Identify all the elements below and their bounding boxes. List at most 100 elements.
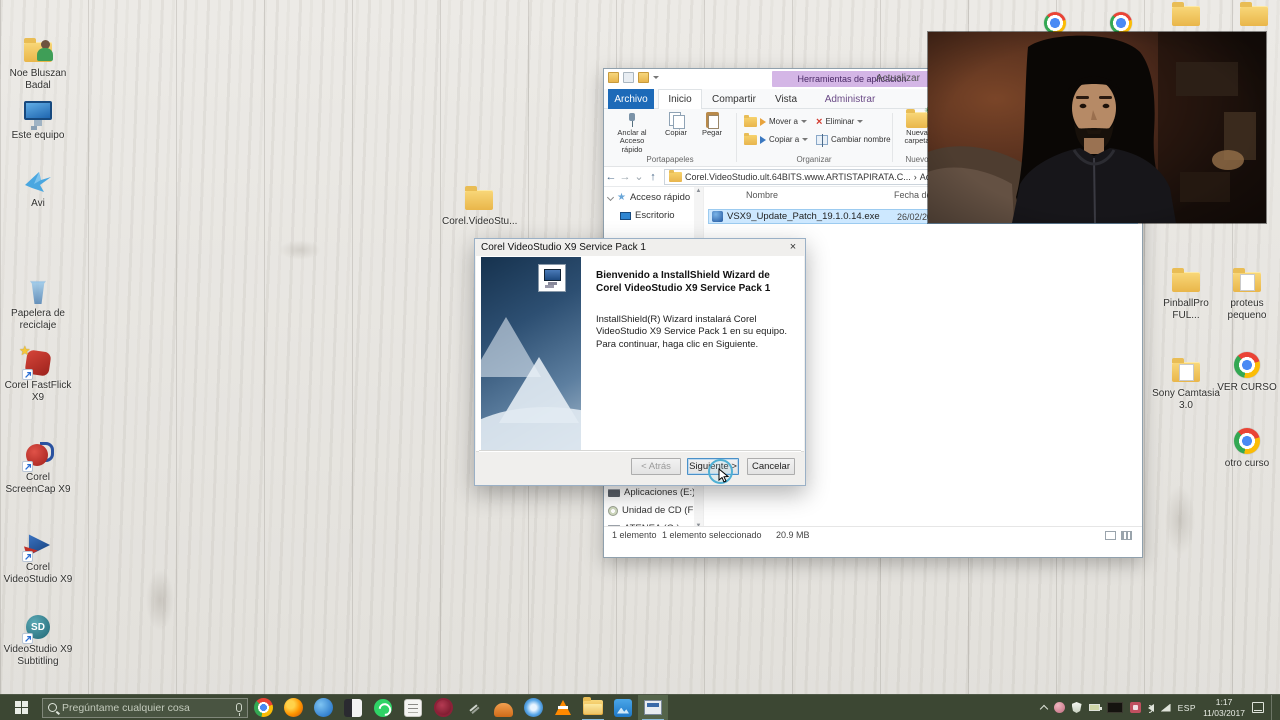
defender-shield-icon[interactable] <box>1072 702 1082 713</box>
desktop-icon-proteus[interactable]: proteus pequeno <box>1214 266 1280 321</box>
taskbar-installer[interactable] <box>638 695 668 720</box>
folder-icon <box>608 72 619 83</box>
folder-icon[interactable] <box>1172 6 1200 26</box>
nav-drive-f[interactable]: Unidad de CD (F: <box>608 505 696 516</box>
tray-red-app-icon[interactable] <box>1130 702 1141 713</box>
folder-icon[interactable] <box>1240 6 1268 26</box>
cortana-search-box[interactable] <box>42 698 248 718</box>
back-icon[interactable]: ← <box>604 171 618 183</box>
preview-thumbnail-icon[interactable] <box>1107 702 1123 713</box>
desktop-icon-corel-folder[interactable]: Corel.VideoStu... <box>444 184 514 228</box>
breadcrumb[interactable]: Corel.VideoStudio.ult.64BITS.www.ARTISTA… <box>685 172 911 182</box>
chevron-down-icon[interactable] <box>653 76 659 79</box>
tray-expand-icon[interactable] <box>1039 705 1047 713</box>
up-icon[interactable]: ↑ <box>646 171 660 183</box>
start-button[interactable] <box>0 695 42 720</box>
show-desktop-button[interactable] <box>1271 695 1274 720</box>
search-input[interactable] <box>62 702 231 714</box>
network-icon[interactable] <box>1161 704 1171 712</box>
chevron-down-icon[interactable]: ⌄ <box>632 170 646 183</box>
whatsapp-icon <box>374 699 392 717</box>
copy-to-button[interactable]: Copiar a <box>744 133 808 146</box>
desktop-icon-pinballpro[interactable]: PinballPro FUL... <box>1150 266 1222 321</box>
details-view-icon[interactable] <box>1105 531 1116 540</box>
tool-icon <box>469 704 477 711</box>
quick-access-toolbar[interactable] <box>608 72 659 83</box>
column-header-date[interactable]: Fecha de <box>894 190 932 200</box>
nav-desktop[interactable]: Escritorio <box>620 210 675 221</box>
chrome-icon[interactable] <box>1044 12 1066 34</box>
tab-compartir[interactable]: Compartir <box>706 89 762 109</box>
desktop-icon-subtitling[interactable]: SD VideoStudio X9 Subtitling <box>0 612 76 667</box>
taskbar-chrome[interactable] <box>248 695 278 720</box>
back-button[interactable]: < Atrás <box>631 458 681 475</box>
taskbar-vlc[interactable] <box>548 695 578 720</box>
desktop-icon-recycle-bin[interactable]: Papelera de reciclaje <box>0 276 76 331</box>
chevron-icon[interactable] <box>607 194 614 201</box>
scroll-up-icon[interactable]: ▲ <box>695 187 702 196</box>
taskbar-photos[interactable] <box>608 695 638 720</box>
screencap-icon <box>22 440 54 470</box>
desktop-icon-label: Avi <box>31 198 45 210</box>
taskbar-glow-app[interactable] <box>518 695 548 720</box>
taskbar-tool-app[interactable] <box>458 695 488 720</box>
taskbar-recorder-app[interactable] <box>428 695 458 720</box>
taskbar-orange-app[interactable] <box>488 695 518 720</box>
selection-count: 1 elemento seleccionado <box>662 530 762 540</box>
desktop-icon-camtasia[interactable]: Sony Camtasia 3.0 <box>1150 356 1222 411</box>
shortcut-arrow-icon <box>22 551 33 562</box>
chrome-icon[interactable] <box>1110 12 1132 34</box>
tab-inicio[interactable]: Inicio <box>658 89 702 109</box>
desktop-icon-this-pc[interactable]: Este equipo <box>0 98 76 142</box>
installshield-dialog: Corel VideoStudio X9 Service Pack 1 × Bi… <box>474 238 806 486</box>
desktop-icon-user-folder[interactable]: Noe Bluszan Badal <box>0 36 76 91</box>
file-name: VSX9_Update_Patch_19.1.0.14.exe <box>727 211 880 222</box>
taskbar-whatsapp[interactable] <box>368 695 398 720</box>
nav-quick-access[interactable]: ★ Acceso rápido <box>608 192 690 203</box>
new-folder-icon[interactable] <box>638 72 649 83</box>
pin-to-quick-access-button[interactable]: Anclar al Acceso rápido <box>610 112 654 154</box>
cancel-button[interactable]: Cancelar <box>747 458 795 475</box>
column-header-name[interactable]: Nombre <box>746 190 778 200</box>
thumbnail-view-icon[interactable] <box>1121 531 1132 540</box>
clock[interactable]: 1:17 11/03/2017 <box>1203 697 1245 717</box>
search-icon <box>48 703 57 712</box>
desktop-icon-fastflick[interactable]: ★ Corel FastFlick X9 <box>0 348 76 403</box>
address-field[interactable]: Corel.VideoStudio.ult.64BITS.www.ARTISTA… <box>664 169 964 185</box>
forward-icon[interactable]: → <box>618 171 632 183</box>
taskbar-card-app[interactable] <box>338 695 368 720</box>
nav-drive-e[interactable]: Aplicaciones (E:) <box>608 487 695 498</box>
action-center-icon[interactable] <box>1252 702 1264 713</box>
copy-to-icon <box>744 135 757 145</box>
desktop-icon-videostudio[interactable]: Corel VideoStudio X9 <box>0 530 76 585</box>
desktop-icon-screencap[interactable]: Corel ScreenCap X9 <box>0 440 76 495</box>
taskbar-firefox[interactable] <box>278 695 308 720</box>
tab-vista[interactable]: Vista <box>766 89 806 109</box>
taskbar-notes-app[interactable] <box>398 695 428 720</box>
taskbar-file-explorer[interactable] <box>578 695 608 720</box>
bird-icon <box>22 166 54 196</box>
recycle-bin-icon <box>22 276 54 306</box>
move-to-button[interactable]: Mover a <box>744 115 807 128</box>
battery-icon[interactable] <box>1089 704 1100 711</box>
taskbar-blue-app[interactable] <box>308 695 338 720</box>
copy-button[interactable]: Copiar <box>656 112 696 137</box>
folder-icon <box>669 172 682 182</box>
properties-icon[interactable] <box>623 72 634 83</box>
delete-button[interactable]: × Eliminar <box>816 115 863 128</box>
desktop-icon-label: Papelera de reciclaje <box>1 308 75 331</box>
close-icon[interactable]: × <box>785 240 801 254</box>
desktop-icon-chrome-curso2[interactable]: otro curso <box>1214 426 1280 470</box>
tray-app-icon[interactable] <box>1054 702 1065 713</box>
rename-button[interactable]: Cambiar nombre <box>816 133 891 146</box>
dialog-text: InstallShield(R) Wizard instalará Corel … <box>596 314 800 351</box>
desktop-icon-avi[interactable]: Avi <box>0 166 76 210</box>
paste-button[interactable]: Pegar <box>692 112 732 137</box>
microphone-icon[interactable] <box>236 703 242 712</box>
volume-icon[interactable] <box>1148 704 1154 712</box>
tab-archivo[interactable]: Archivo <box>608 89 654 109</box>
dialog-title-bar[interactable]: Corel VideoStudio X9 Service Pack 1 × <box>475 239 805 256</box>
desktop-icon-chrome-curso1[interactable]: VER CURSO <box>1214 350 1280 394</box>
tab-administrar[interactable]: Administrar <box>814 89 886 109</box>
language-indicator[interactable]: ESP <box>1178 703 1197 713</box>
